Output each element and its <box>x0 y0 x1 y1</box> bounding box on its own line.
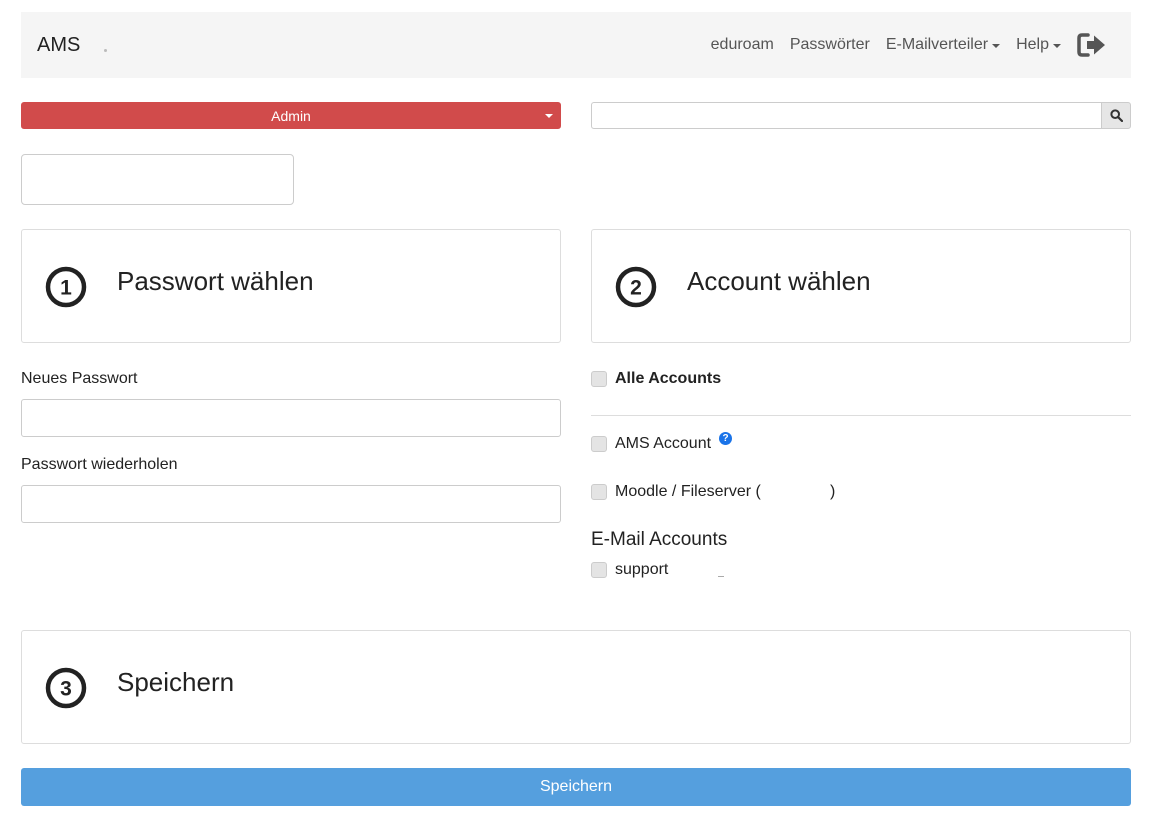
help-icon[interactable]: ? <box>719 432 732 445</box>
caret-down-icon <box>992 44 1001 48</box>
all-accounts-checkbox[interactable] <box>591 371 607 387</box>
caret-down-icon <box>1053 44 1061 48</box>
step3-panel: 3 Speichern <box>21 630 1131 744</box>
admin-select-label: Admin <box>271 107 311 124</box>
nav-dropdown-mailverteiler[interactable]: E-Mailverteiler <box>885 36 1001 54</box>
nav-links: eduroam Passwörter E-Mailverteiler Help <box>695 12 1107 78</box>
ams-account-checkbox[interactable] <box>591 436 607 452</box>
step2-panel: 2 Account wählen <box>591 229 1131 343</box>
step1-title: Passwort wählen <box>117 266 314 296</box>
nav-link-label: E-Mailverteiler <box>885 36 989 53</box>
divider <box>591 415 1131 416</box>
repeat-password-field[interactable] <box>21 485 561 523</box>
nav-link-label: eduroam <box>710 36 774 53</box>
brand-dot <box>104 49 107 52</box>
step1-panel: 1 Passwort wählen <box>21 229 561 343</box>
ams-account-label: AMS Account <box>615 435 712 452</box>
caret-down-icon <box>545 114 553 118</box>
save-button[interactable]: Speichern <box>21 768 1131 806</box>
nav-link-label: Passwörter <box>789 36 870 53</box>
svg-text:3: 3 <box>60 678 72 701</box>
repeat-password-label: Passwort wiederholen <box>21 456 178 473</box>
nav-dropdown-help[interactable]: Help <box>1016 36 1061 54</box>
nav-link-eduroam[interactable]: eduroam <box>711 36 774 54</box>
sign-out-icon[interactable] <box>1077 32 1107 58</box>
svg-text:2: 2 <box>630 277 642 300</box>
step-one-icon: 1 <box>45 266 87 308</box>
search-input[interactable] <box>591 102 1102 129</box>
new-password-label: Neues Passwort <box>21 370 138 387</box>
moodle-label-suffix: ) <box>830 483 836 500</box>
search-button[interactable] <box>1101 102 1131 129</box>
svg-text:1: 1 <box>60 277 72 300</box>
nav-link-label: Help <box>1016 36 1049 53</box>
step-three-icon: 3 <box>45 667 87 709</box>
email-accounts-heading: E-Mail Accounts <box>591 529 728 550</box>
step3-title: Speichern <box>117 667 235 697</box>
email-account-label: support <box>615 561 669 578</box>
redacted-mark <box>718 576 724 577</box>
step2-title: Account wählen <box>687 266 871 296</box>
admin-role-select[interactable]: Admin <box>21 102 561 129</box>
email-account-checkbox[interactable] <box>591 562 607 578</box>
navbar: AMS eduroam Passwörter E-Mailverteiler H… <box>21 12 1131 78</box>
moodle-checkbox[interactable] <box>591 484 607 500</box>
step-two-icon: 2 <box>615 266 657 308</box>
search-icon <box>1109 109 1123 122</box>
empty-info-box <box>21 154 294 205</box>
all-accounts-label: Alle Accounts <box>615 370 722 387</box>
save-button-label: Speichern <box>539 778 613 795</box>
nav-link-passwoerter[interactable]: Passwörter <box>790 36 870 54</box>
moodle-label-prefix: Moodle / Fileserver ( <box>615 483 761 500</box>
new-password-field[interactable] <box>21 399 561 437</box>
brand-logo[interactable]: AMS <box>37 34 80 57</box>
